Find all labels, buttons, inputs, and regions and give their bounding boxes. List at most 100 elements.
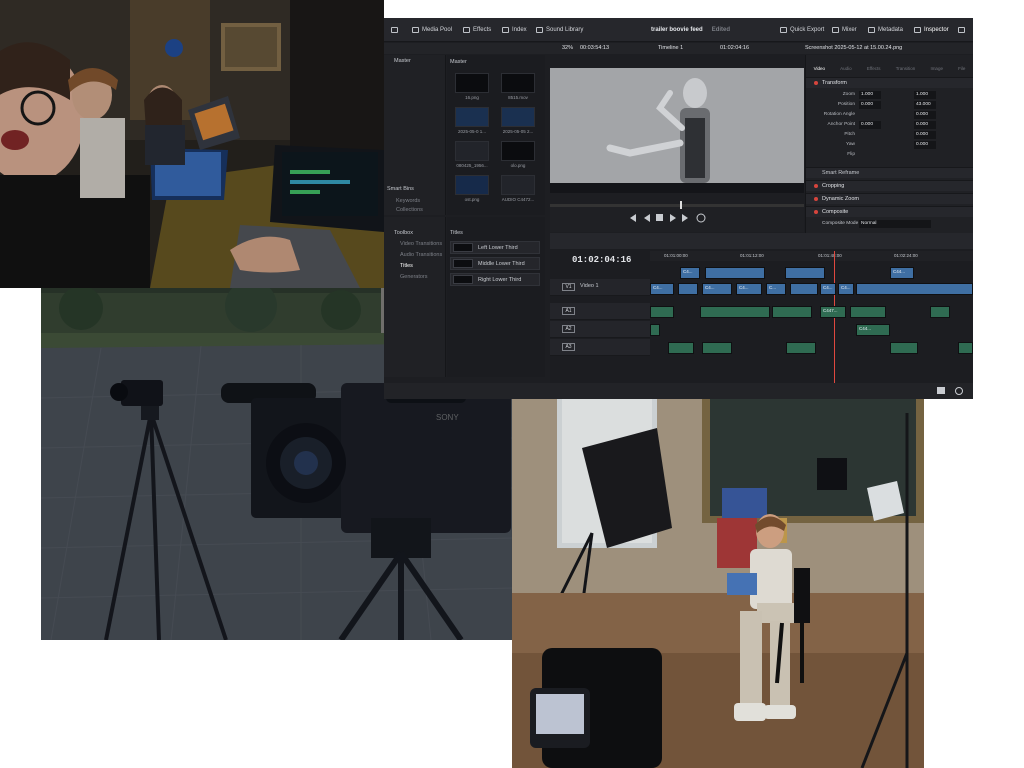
- tab-media-pool[interactable]: Media Pool: [412, 24, 452, 36]
- bin-collections[interactable]: Collections: [396, 207, 423, 213]
- audio-clip[interactable]: [772, 306, 812, 318]
- video-clip[interactable]: C4...: [820, 283, 836, 295]
- inspector-row-yaw: Yaw 0.000: [806, 141, 973, 150]
- video-clip[interactable]: C...: [766, 283, 786, 295]
- smart-reframe-section[interactable]: Smart Reframe: [806, 167, 973, 178]
- clip-thumbnail[interactable]: [455, 107, 489, 127]
- composite-mode-select[interactable]: Normal: [859, 220, 931, 228]
- audio-clip[interactable]: [650, 306, 674, 318]
- inspector-row-zoom: Zoom 1.000 1.000: [806, 91, 973, 100]
- audio-clip[interactable]: [700, 306, 770, 318]
- enable-dot-icon[interactable]: [814, 81, 818, 85]
- audio-clip[interactable]: [958, 342, 973, 354]
- thumbnail-label: 2025-05-05 2...: [502, 129, 534, 134]
- tab-mixer[interactable]: Mixer: [832, 24, 857, 36]
- inspector-tab-file[interactable]: File: [958, 66, 965, 75]
- tab-quick-export[interactable]: Quick Export: [780, 24, 824, 36]
- inspector-tab-transition[interactable]: Transition: [896, 66, 916, 75]
- clip-thumbnail[interactable]: [455, 73, 489, 93]
- enable-dot-icon[interactable]: [814, 210, 818, 214]
- video-clip[interactable]: [678, 283, 698, 295]
- track-header-a3[interactable]: A3: [550, 339, 650, 356]
- media-pool-icon: [412, 27, 419, 33]
- video-clip[interactable]: C4...: [702, 283, 732, 295]
- tree-audio-transitions[interactable]: Audio Transitions: [400, 252, 442, 258]
- audio-clip[interactable]: [668, 342, 694, 354]
- robot-frame-image: [550, 68, 804, 193]
- timeline-playhead[interactable]: [834, 251, 835, 399]
- audio-clip[interactable]: C44...: [856, 324, 890, 336]
- expand-icon[interactable]: [958, 24, 965, 36]
- settings-gear-icon[interactable]: [955, 387, 963, 395]
- clip-thumbnail[interactable]: [501, 175, 535, 195]
- audio-clip[interactable]: [650, 324, 660, 336]
- viewer-zoom[interactable]: 32%: [562, 45, 573, 51]
- clip-thumbnail[interactable]: [455, 175, 489, 195]
- workspace-icon[interactable]: [391, 24, 398, 36]
- clip-thumbnail[interactable]: [501, 141, 535, 161]
- video-clip[interactable]: C4...: [736, 283, 762, 295]
- video-clip[interactable]: [705, 267, 765, 279]
- effect-middle-lower-third[interactable]: Middle Lower Third: [450, 257, 540, 270]
- tree-generators[interactable]: Generators: [400, 274, 428, 280]
- master-bin[interactable]: Master: [394, 58, 411, 64]
- thumbnail-label: 8515.mov: [508, 95, 528, 100]
- composite-section[interactable]: Composite: [806, 206, 973, 217]
- tab-sound-library[interactable]: Sound Library: [536, 24, 583, 36]
- video-clip[interactable]: [790, 283, 818, 295]
- tree-video-transitions[interactable]: Video Transitions: [400, 241, 442, 247]
- audio-clip[interactable]: [786, 342, 816, 354]
- inspector-tab-audio[interactable]: Audio: [840, 66, 852, 75]
- enable-dot-icon[interactable]: [814, 197, 818, 201]
- video-clip[interactable]: C44...: [890, 267, 914, 279]
- transform-section[interactable]: Transform: [806, 77, 973, 88]
- inspector-tab-video[interactable]: Video: [814, 66, 825, 75]
- fast-forward-icon: [682, 214, 688, 222]
- video-clip[interactable]: C4...: [680, 267, 700, 279]
- track-header-v1[interactable]: V1 Video 1: [550, 279, 650, 296]
- audio-clip[interactable]: C447...: [820, 306, 846, 318]
- audio-clip[interactable]: [930, 306, 950, 318]
- effects-list-header: Titles: [450, 230, 463, 236]
- audio-clip[interactable]: [850, 306, 886, 318]
- tab-index[interactable]: Index: [502, 24, 527, 36]
- effect-right-lower-third[interactable]: Right Lower Third: [450, 273, 540, 286]
- tab-inspector[interactable]: Inspector: [914, 24, 949, 36]
- dynamic-zoom-section[interactable]: Dynamic Zoom: [806, 193, 973, 204]
- effect-left-lower-third[interactable]: Left Lower Third: [450, 241, 540, 254]
- timeline-select[interactable]: Timeline 1: [658, 45, 683, 51]
- toolbox-node[interactable]: Toolbox: [394, 230, 413, 236]
- edited-label: Edited: [711, 27, 731, 33]
- inspector-tab-image[interactable]: Image: [930, 66, 943, 75]
- thumbnail-label: 080425_1956...: [456, 163, 488, 168]
- quick-export-icon: [780, 27, 787, 33]
- resolve-tool-row: 32% 00:03:54:13 Timeline 1 01:02:04:16 S…: [384, 43, 973, 54]
- bin-keywords[interactable]: Keywords: [396, 198, 420, 204]
- cropping-section[interactable]: Cropping: [806, 180, 973, 191]
- thumbnail-label: olo.png: [510, 163, 526, 168]
- audio-clip[interactable]: [702, 342, 732, 354]
- track-header-a2[interactable]: A2: [550, 321, 650, 338]
- tab-effects[interactable]: Effects: [463, 24, 491, 36]
- video-clip[interactable]: C4...: [650, 283, 674, 295]
- video-clip[interactable]: [856, 283, 973, 295]
- viewer-frame[interactable]: [550, 68, 804, 193]
- tree-titles[interactable]: Titles: [400, 263, 413, 269]
- tab-metadata[interactable]: Metadata: [868, 24, 903, 36]
- photo-team-selfie: [0, 0, 384, 288]
- clip-thumbnail[interactable]: [501, 73, 535, 93]
- enable-dot-icon[interactable]: [814, 184, 818, 188]
- track-header-a1[interactable]: A1: [550, 303, 650, 320]
- photo-studio-interview: [512, 353, 924, 768]
- stop-icon: [656, 214, 663, 221]
- timeline-ruler[interactable]: 01:01:00:00 01:01:12:00 01:01:48:00 01:0…: [650, 251, 973, 261]
- clip-thumbnail[interactable]: [455, 141, 489, 161]
- project-title: trailer boovie feed Edited: [651, 27, 731, 33]
- home-icon[interactable]: [937, 387, 945, 394]
- clip-thumbnail[interactable]: [501, 107, 535, 127]
- inspector-row-flip: Flip: [847, 152, 855, 157]
- inspector-tab-effects[interactable]: Effects: [867, 66, 881, 75]
- audio-clip[interactable]: [890, 342, 918, 354]
- video-clip[interactable]: [785, 267, 825, 279]
- video-clip[interactable]: C4...: [838, 283, 854, 295]
